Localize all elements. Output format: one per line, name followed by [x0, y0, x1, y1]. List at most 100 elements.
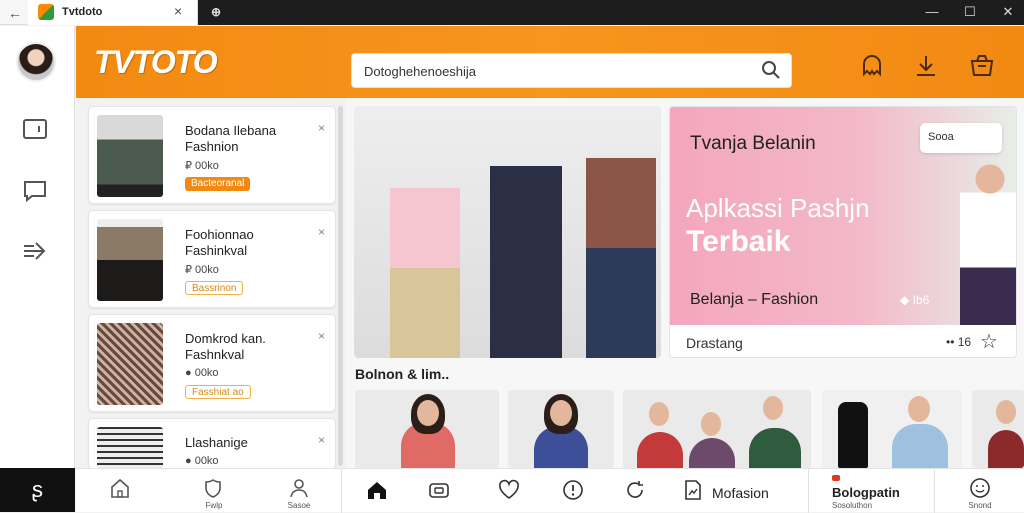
model-face: [701, 412, 721, 436]
model-figure: [390, 158, 460, 358]
list-item[interactable]: Domkrod kan. Fashnkval ● 00ko Fasshiat a…: [88, 314, 336, 412]
product-tile[interactable]: [508, 390, 614, 468]
list-item[interactable]: Llashanige ● 00ko ×: [88, 418, 336, 471]
product-price: ₽ 00ko: [185, 264, 219, 276]
back-arrow-icon[interactable]: ←: [6, 4, 24, 22]
product-thumbnail: [97, 219, 163, 301]
model-figure: [586, 128, 656, 358]
tablet-icon[interactable]: [22, 116, 48, 142]
product-name: Domkrod kan. Fashnkval: [185, 331, 266, 362]
model-figure: [637, 432, 683, 468]
model-face: [649, 402, 669, 426]
search-icon[interactable]: [761, 60, 781, 80]
refresh-icon[interactable]: [624, 479, 646, 501]
product-price: ● 00ko: [185, 455, 219, 467]
avatar[interactable]: [16, 42, 56, 82]
model-figure: [960, 147, 1016, 325]
close-icon[interactable]: ×: [318, 329, 325, 343]
close-icon[interactable]: ×: [318, 433, 325, 447]
nav-label: Snond: [968, 501, 992, 510]
model-face: [763, 396, 783, 420]
heart-icon[interactable]: [498, 479, 520, 501]
banner-subline: Belanja – Fashion: [690, 291, 819, 308]
smile-icon[interactable]: [969, 477, 991, 499]
product-thumbnail: [97, 323, 163, 405]
browser-tab[interactable]: Tvtdoto ×: [28, 0, 198, 25]
product-price: ₽ 00ko: [185, 160, 219, 172]
person-icon[interactable]: [288, 477, 310, 499]
app-logo[interactable]: TVTOTO: [94, 44, 218, 81]
product-price: ● 00ko: [185, 367, 219, 379]
tab-close-icon[interactable]: ×: [174, 3, 182, 19]
close-icon[interactable]: ×: [318, 225, 325, 239]
basket-icon[interactable]: [968, 52, 996, 80]
nav-right-title[interactable]: Bologpatin: [832, 485, 900, 500]
model-figure: [749, 428, 801, 468]
product-tag: Bacteoranal: [185, 177, 251, 191]
product-tile[interactable]: [972, 390, 1024, 468]
minimize-icon[interactable]: —: [922, 3, 942, 21]
badge-icon: [832, 475, 840, 481]
window-close-icon[interactable]: ✕: [998, 3, 1018, 21]
search-value: Dotoghehenoeshija: [364, 64, 477, 79]
banner-footer-count: •• 16: [946, 335, 972, 349]
model-face: [996, 400, 1016, 424]
close-icon[interactable]: ×: [318, 121, 325, 135]
product-tile[interactable]: [822, 390, 962, 468]
promo-banner[interactable]: Tvanja Belanin Sooa Aplkassi Pashjn Terb…: [669, 106, 1017, 358]
nav-label: Sasoe: [287, 501, 311, 510]
banner-count: ◆ Ib6: [900, 293, 930, 307]
model-face: [908, 396, 930, 422]
list-item[interactable]: Bodana Ilebana Fashnion ₽ 00ko Bacteoran…: [88, 106, 336, 204]
list-scrollbar[interactable]: [338, 106, 343, 466]
alert-icon[interactable]: [562, 479, 584, 501]
new-tab-icon[interactable]: ⊕: [208, 4, 224, 20]
hero-photo[interactable]: [354, 106, 661, 358]
nav-label-wide[interactable]: Mofasion: [712, 485, 769, 501]
product-name: Llashanige: [185, 435, 248, 450]
search-input[interactable]: Dotoghehenoeshija: [351, 53, 792, 88]
home-outline-icon[interactable]: [109, 477, 131, 499]
message-icon[interactable]: [22, 178, 48, 204]
nav-right-sub: Sosoluthon: [832, 501, 873, 510]
divider: [934, 469, 935, 513]
banner-footer-label: Drastang: [686, 335, 743, 351]
product-thumbnail: [97, 115, 163, 197]
banner-title: Tvanja Belanin: [690, 133, 816, 154]
star-icon[interactable]: ☆: [980, 329, 998, 354]
share-arrow-icon[interactable]: [22, 238, 48, 264]
list-item[interactable]: Foohionnao Fashinkval ₽ 00ko Bassrinon ×: [88, 210, 336, 308]
banner-headline-strong: Terbaik: [686, 225, 791, 258]
camera-icon[interactable]: [428, 479, 450, 501]
nav-label: Fwlp: [205, 501, 223, 510]
model-figure: [988, 430, 1024, 468]
divider: [808, 469, 809, 513]
shield-icon[interactable]: [202, 477, 224, 499]
left-rail: [0, 26, 75, 468]
home-icon[interactable]: [366, 479, 388, 501]
tab-title: Tvtdoto: [62, 6, 103, 18]
product-tag: Bassrinon: [185, 281, 244, 295]
banner-image: Tvanja Belanin Sooa Aplkassi Pashjn Terb…: [670, 107, 1016, 325]
favicon-icon: [38, 4, 54, 20]
product-tile[interactable]: [355, 390, 499, 468]
pill-label: Sooa: [928, 131, 954, 143]
main-content: Tvanja Belanin Sooa Aplkassi Pashjn Terb…: [346, 98, 1024, 468]
model-figure: [490, 136, 562, 358]
model-face: [417, 400, 439, 426]
model-face: [550, 400, 572, 426]
section-title: Bolnon & lim..: [355, 366, 450, 382]
bag-figure: [838, 402, 868, 468]
bottom-nav: Fwlp Sasoe Mofasion Bologpatin Sosolutho…: [76, 468, 1024, 513]
brand-tile-icon[interactable]: ʂ: [0, 468, 75, 512]
tab-strip: ⊕ — ☐ ✕: [198, 0, 1024, 25]
product-thumbnail: [97, 427, 163, 471]
chat-bubble-icon[interactable]: [858, 52, 886, 80]
product-tile[interactable]: [623, 390, 811, 468]
product-name: Bodana Ilebana Fashnion: [185, 123, 277, 154]
download-icon[interactable]: [912, 52, 940, 80]
maximize-icon[interactable]: ☐: [960, 3, 980, 21]
document-icon[interactable]: [682, 479, 704, 501]
app-header: TVTOTO Dotoghehenoeshija: [76, 26, 1024, 98]
browser-titlebar: ← Tvtdoto × ⊕ — ☐ ✕: [0, 0, 1024, 25]
